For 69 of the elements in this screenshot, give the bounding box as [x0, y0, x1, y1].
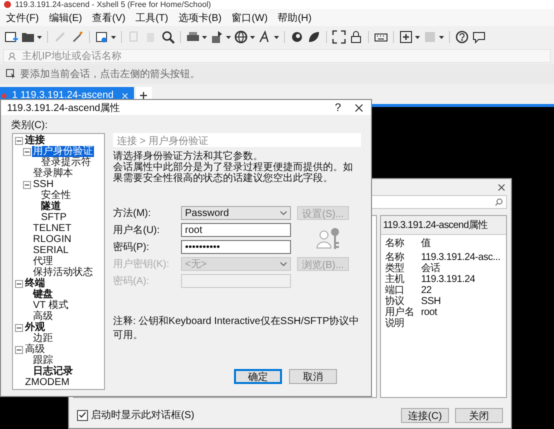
note-text: 注释: 公钥和Keyboard Interactive仅在SSH/SFTP协议中可用。 [113, 314, 360, 342]
tree-item[interactable]: 隧道 [40, 201, 62, 212]
field-label: 用户密钥(K): [113, 258, 170, 271]
description: 会话属性中此部分是为了登录过程更便捷而提供的。如果需要安全性很高的状态的话建议您空出此字段。 [113, 162, 354, 184]
input-field[interactable]: root [181, 223, 291, 237]
menu-item[interactable]: 选项卡(B) [178, 10, 222, 24]
tree-item[interactable]: 安全性 [40, 190, 72, 201]
tree-item[interactable]: SSH [32, 179, 55, 190]
menu-item[interactable]: 查看(V) [92, 10, 126, 24]
field-label: 密码(A): [113, 274, 150, 288]
property-value: 119.3.191.24 [421, 274, 476, 285]
tree-item[interactable]: 日志记录 [32, 366, 74, 377]
property-value: SSH [421, 296, 442, 307]
help-button[interactable]: ? [334, 102, 341, 114]
dialog-title: 119.3.191.24-ascend属性 [7, 102, 122, 114]
breadcrumb: 连接 > 用户身份验证 [113, 133, 361, 147]
tree-item[interactable]: TELNET [32, 223, 72, 234]
field-label: 用户名(U): [113, 224, 161, 237]
menu-item[interactable]: 文件(F) [6, 10, 39, 24]
menu-item[interactable]: 帮助(H) [278, 10, 312, 24]
column-header: 值 [421, 238, 432, 249]
menu-item[interactable]: 窗口(W) [232, 10, 268, 24]
dropdown[interactable]: Password [181, 206, 291, 220]
checkbox-label: 启动时显示此对话框(S) [91, 408, 194, 422]
property-name: 用户名 [385, 307, 416, 318]
property-name: 端口 [385, 285, 406, 296]
tree-item[interactable]: 用户身份验证 [32, 146, 94, 157]
field-label: 方法(M): [113, 206, 152, 220]
property-value: 会话 [421, 263, 442, 274]
tree-item[interactable]: SFTP [40, 212, 68, 223]
input-field[interactable]: •••••••••• [181, 240, 291, 254]
dialog-button[interactable]: 关闭 [455, 408, 503, 422]
tree-item[interactable]: 登录提示符 [40, 157, 92, 168]
tree-item[interactable]: 连接 [24, 135, 46, 146]
tree-item[interactable]: 高级 [32, 311, 54, 322]
tree-item[interactable]: RLOGIN [32, 234, 72, 245]
tree-item[interactable]: 高级 [24, 344, 46, 355]
tree-item[interactable]: 代理 [32, 256, 54, 267]
property-value: 119.3.191.24-asc... [421, 252, 502, 263]
tree-item[interactable]: VT 模式 [32, 300, 70, 311]
dialog-button[interactable]: 取消 [289, 369, 337, 384]
property-name: 名称 [385, 252, 406, 263]
tree-item[interactable]: ZMODEM [24, 377, 70, 388]
tree-item[interactable]: 终端 [24, 278, 46, 289]
property-name: 主机 [385, 274, 406, 285]
tree-item[interactable]: 登录脚本 [32, 168, 74, 179]
tree-item[interactable]: 跟踪 [32, 355, 54, 366]
tree-item[interactable]: 键盘 [32, 289, 54, 300]
panel-title: 119.3.191.24-ascend属性 [381, 216, 506, 235]
tree-item[interactable]: 保持活动状态 [32, 267, 94, 278]
field-label: 密码(P): [113, 240, 150, 254]
tree-item[interactable]: SERIAL [32, 245, 70, 256]
dialog-button[interactable]: 连接(C) [401, 408, 449, 422]
column-header: 名称 [385, 238, 406, 249]
window-title: 119.3.191.24-ascend - Xshell 5 (Free for Home/School) [15, 0, 211, 9]
dialog-button[interactable]: 确定 [234, 369, 282, 384]
tree-item[interactable]: 边距 [32, 333, 54, 344]
description: 请选择身份验证方法和其它参数。 [113, 151, 264, 162]
property-name: 协议 [385, 296, 404, 307]
property-name: 类型 [385, 263, 406, 274]
property-value: 22 [421, 285, 433, 296]
property-value: root [421, 307, 438, 318]
category-label: 类别(C): [10, 118, 49, 133]
property-name: 说明 [385, 318, 406, 329]
menu-item[interactable]: 编辑(E) [48, 10, 82, 24]
tree-item[interactable]: 外观 [24, 322, 46, 333]
hint-text: 要添加当前会话，点击左侧的箭头按钮。 [20, 68, 200, 81]
menu-item[interactable]: 工具(T) [135, 10, 168, 24]
address-field[interactable]: 主机IP地址或会话名称 [3, 49, 551, 63]
